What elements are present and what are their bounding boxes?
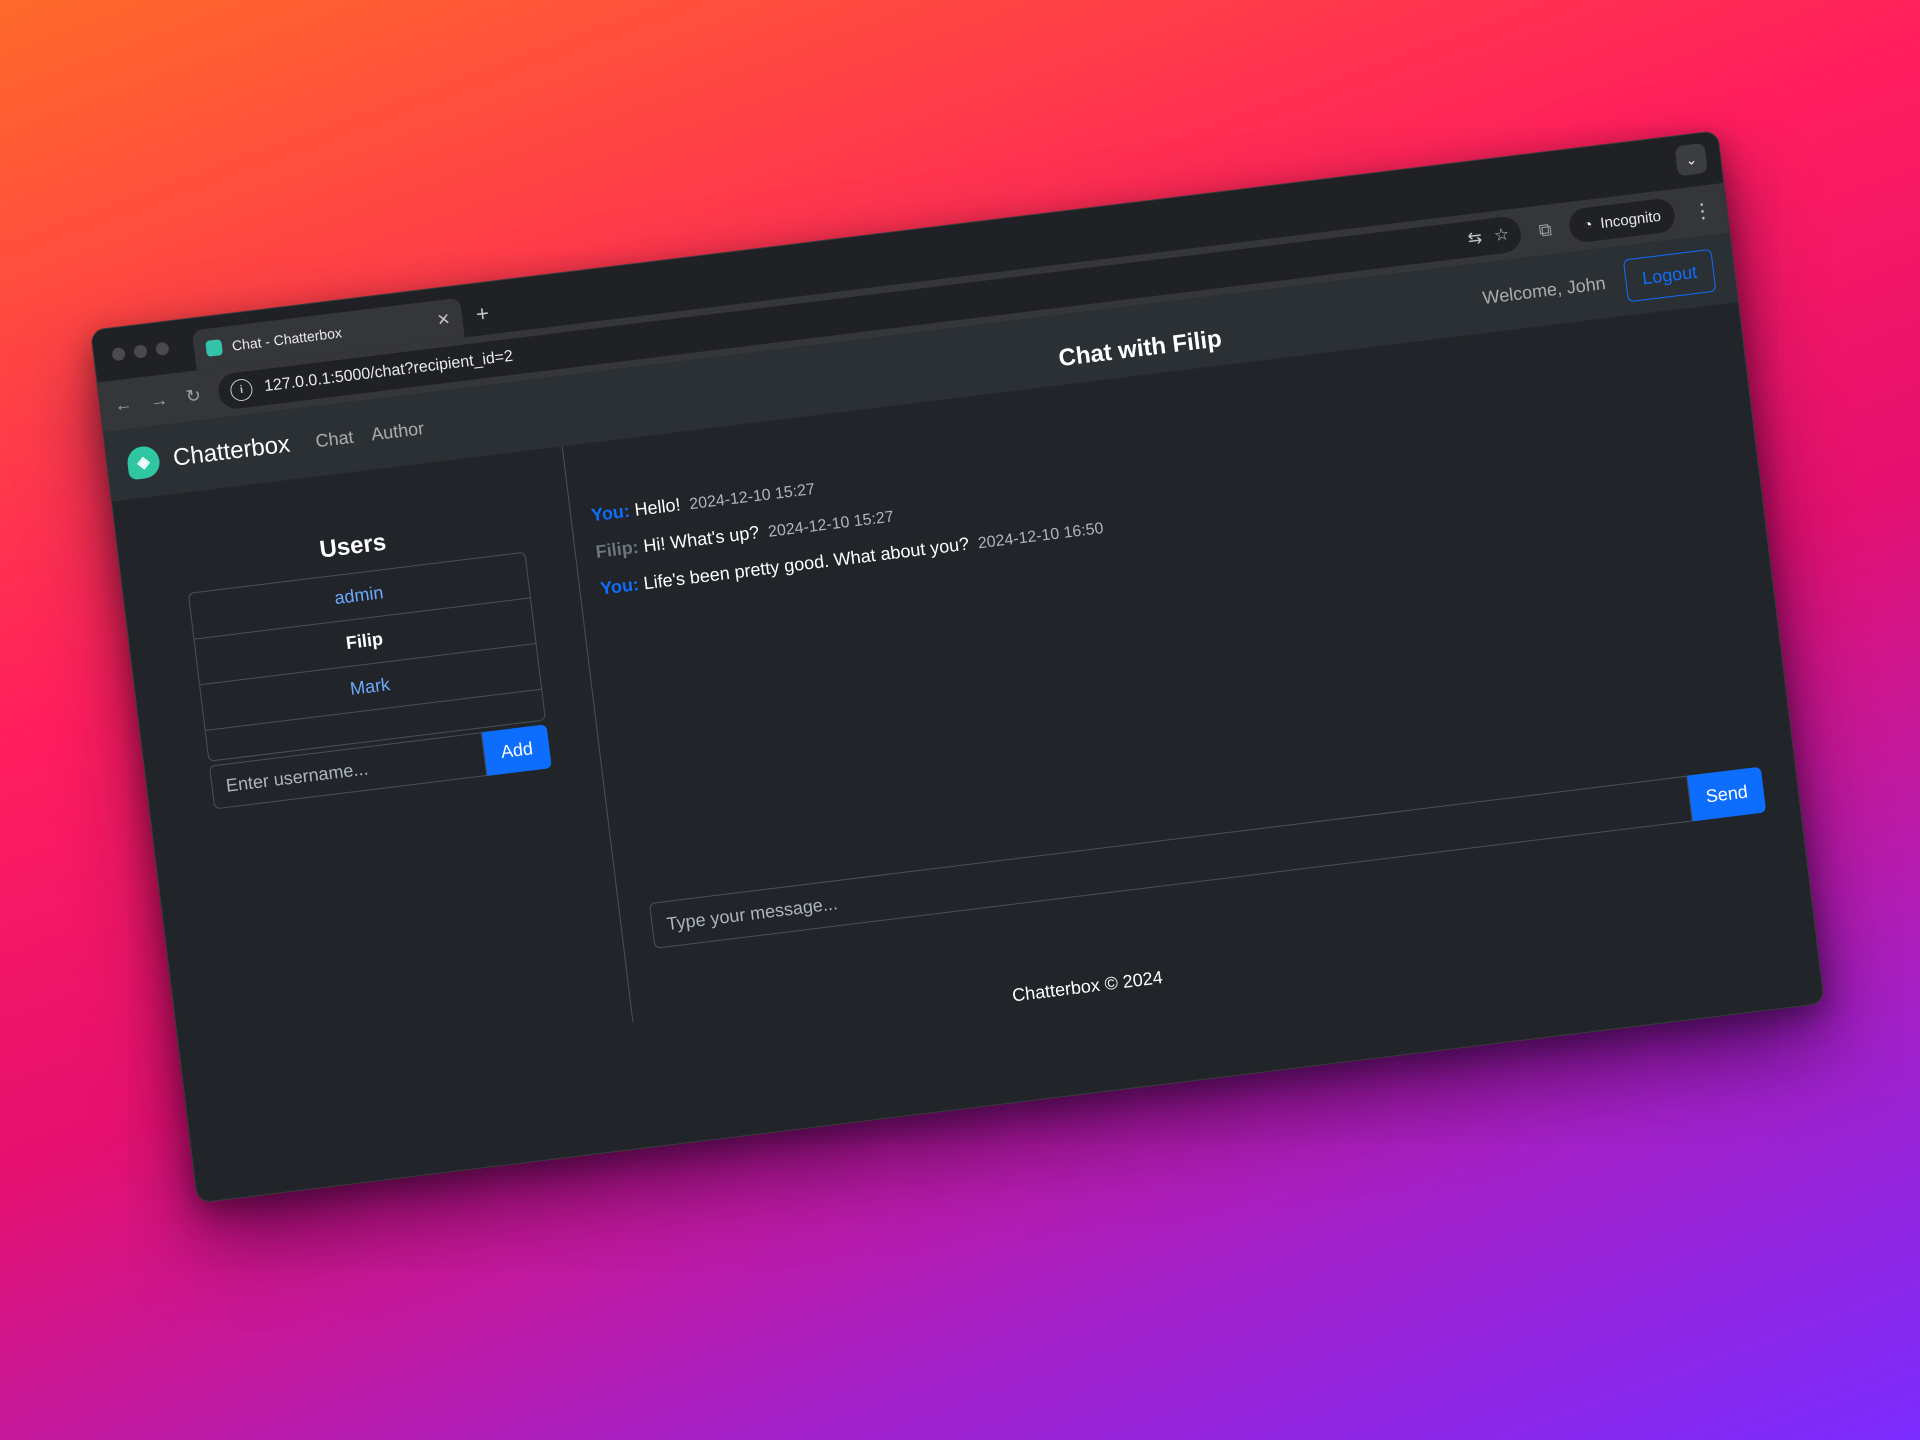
message-sender: You: xyxy=(599,574,640,599)
nav-link-author[interactable]: Author xyxy=(370,418,425,445)
incognito-icon: ◔ xyxy=(1582,215,1594,234)
back-icon[interactable]: ← xyxy=(113,393,133,416)
message-sender: You: xyxy=(590,500,631,526)
site-info-icon[interactable]: i xyxy=(229,377,254,403)
nav-links: Chat Author xyxy=(314,418,425,452)
extensions-icon[interactable]: ⧉ xyxy=(1538,219,1553,241)
star-icon[interactable]: ☆ xyxy=(1493,224,1511,246)
maximize-window-button[interactable] xyxy=(155,341,170,357)
message-text: Hi! What's up? xyxy=(642,522,761,557)
forward-icon[interactable]: → xyxy=(149,389,169,412)
message-time: 2024-12-10 15:27 xyxy=(688,480,816,514)
menu-icon[interactable]: ⋮ xyxy=(1691,197,1714,224)
nav-link-chat[interactable]: Chat xyxy=(314,426,354,451)
tab-search-icon[interactable]: ⌄ xyxy=(1674,142,1708,177)
brand-name[interactable]: Chatterbox xyxy=(172,431,292,473)
incognito-label: Incognito xyxy=(1599,207,1662,232)
browser-window: Chat - Chatterbox ✕ + ⌄ ← → ↻ i 127.0.0.… xyxy=(90,130,1826,1204)
window-controls xyxy=(111,341,170,362)
new-tab-button[interactable]: + xyxy=(474,300,490,327)
users-sidebar: Users admin Filip Mark Add xyxy=(125,446,634,1076)
close-window-button[interactable] xyxy=(111,346,126,362)
reload-icon[interactable]: ↻ xyxy=(185,385,203,408)
message-text: Hello! xyxy=(633,494,682,520)
favicon-icon xyxy=(205,339,224,357)
tab-close-icon[interactable]: ✕ xyxy=(436,309,452,330)
incognito-badge[interactable]: ◔ Incognito xyxy=(1567,197,1677,244)
minimize-window-button[interactable] xyxy=(133,344,148,359)
message-sender: Filip: xyxy=(594,536,640,562)
users-title: Users xyxy=(318,528,388,564)
brand-logo-icon[interactable]: ◈ xyxy=(125,444,162,481)
add-user-button[interactable]: Add xyxy=(482,724,552,776)
send-button[interactable]: Send xyxy=(1687,766,1767,822)
message-time: 2024-12-10 16:50 xyxy=(976,520,1105,553)
translate-icon[interactable]: ⇆ xyxy=(1467,228,1484,250)
message-time: 2024-12-10 15:27 xyxy=(767,508,895,541)
